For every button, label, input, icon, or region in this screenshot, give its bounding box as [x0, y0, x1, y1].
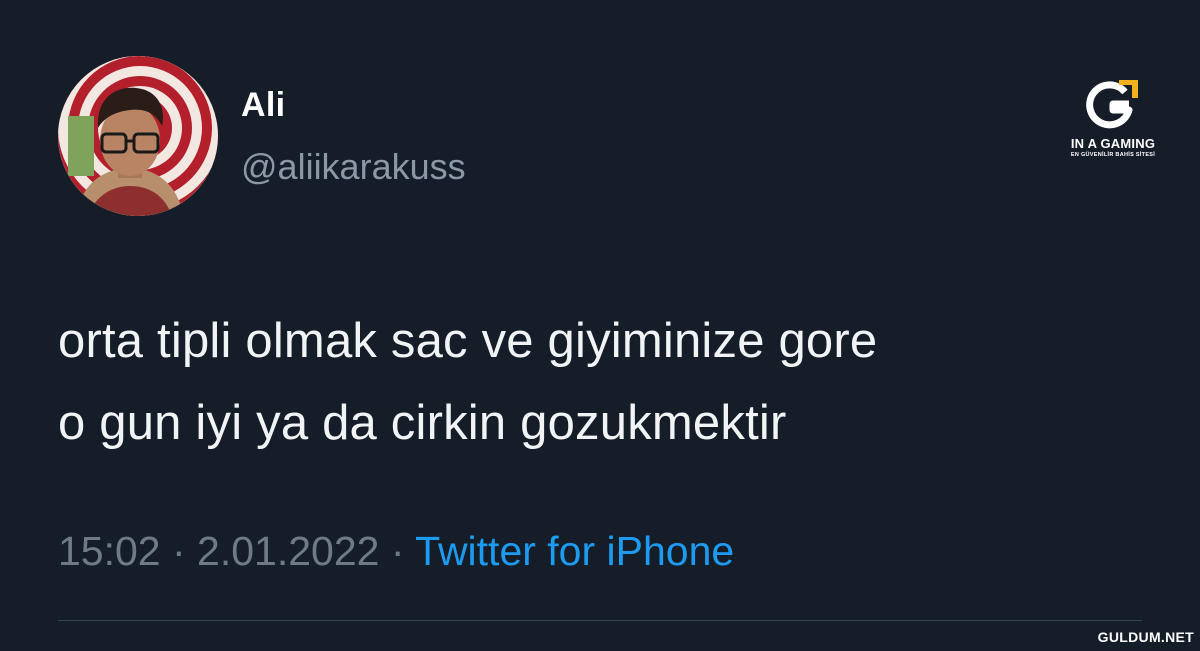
brand-name: IN A GAMING [1070, 136, 1156, 151]
tweet-text: orta tipli olmak sac ve giyiminize gore … [58, 314, 878, 450]
user-handle[interactable]: @aliikarakuss [241, 146, 466, 188]
brand-logo: IN A GAMING EN GÜVENİLİR BAHİS SİTESİ [1058, 80, 1168, 158]
tweet-time[interactable]: 15:02 [58, 528, 161, 574]
tweet-meta: 15:02 · 2.01.2022 · Twitter for iPhone [58, 528, 734, 575]
g-logo-icon [1086, 80, 1138, 129]
avatar-image [58, 56, 218, 216]
tweet-date[interactable]: 2.01.2022 [197, 528, 379, 574]
brand-tagline: EN GÜVENİLİR BAHİS SİTESİ [1070, 152, 1156, 158]
tweet-source-link[interactable]: Twitter for iPhone [415, 528, 734, 574]
divider [58, 620, 1142, 621]
display-name[interactable]: Ali [241, 86, 285, 125]
tweet-card: Ali @aliikarakuss orta tipli olmak sac v… [0, 0, 1200, 651]
meta-separator: · [160, 528, 198, 574]
watermark: GULDUM.NET [1097, 629, 1194, 645]
meta-separator: · [379, 528, 416, 574]
avatar[interactable] [58, 56, 218, 216]
